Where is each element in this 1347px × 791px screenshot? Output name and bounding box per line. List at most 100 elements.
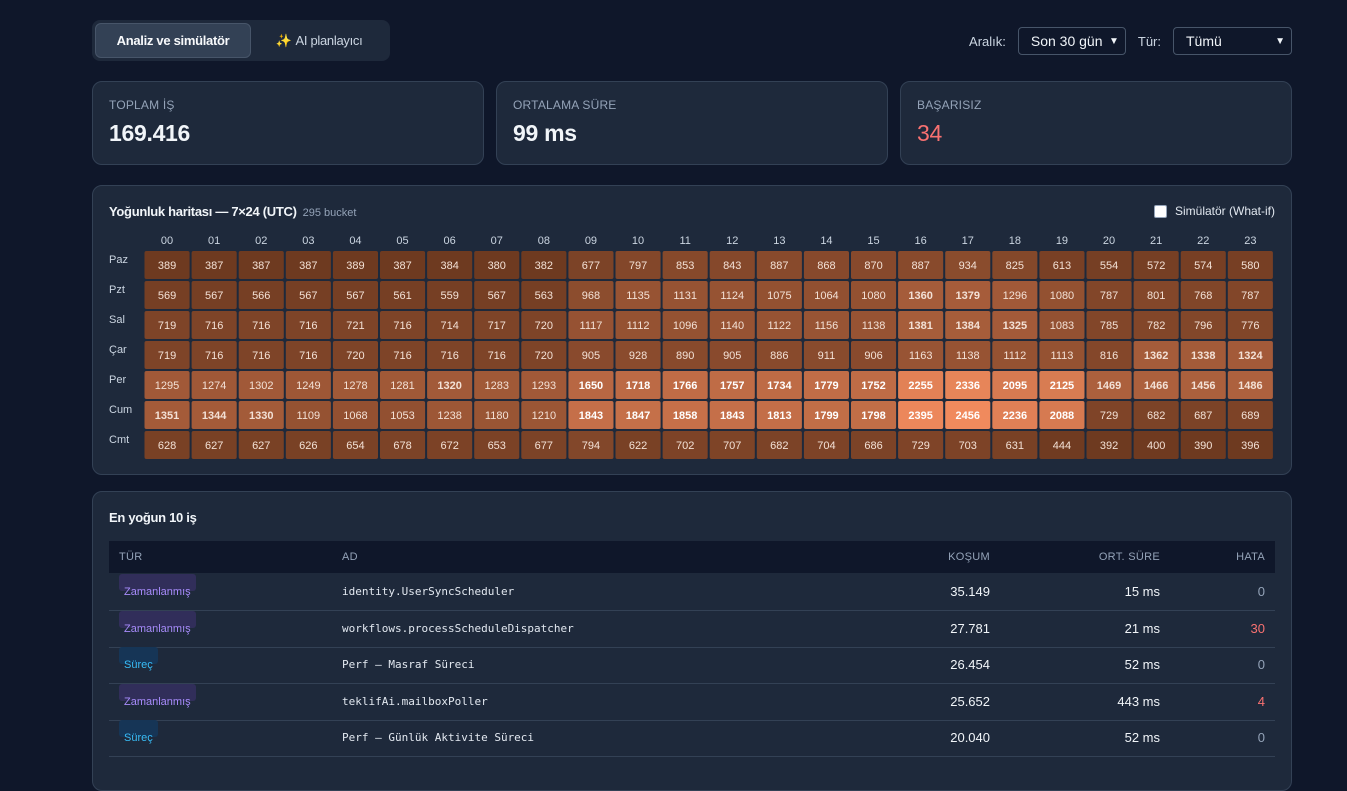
col-errors[interactable]: HATA [1160, 541, 1265, 573]
day-label: Sal [109, 314, 125, 326]
heatmap-cell-value: 716 [299, 320, 317, 332]
sparkles-icon: ✨ [275, 32, 292, 48]
heatmap-panel: Yoğunluk haritası — 7×24 (UTC) 295 bucket… [92, 185, 1292, 475]
heatmap-cell-value: 1053 [390, 410, 414, 422]
chevron-down-icon: ▼ [1108, 35, 1119, 47]
heatmap-cell-value: 887 [770, 260, 788, 272]
heatmap-cell-value: 387 [205, 260, 223, 272]
type-select[interactable]: Tümü ▼ [1173, 27, 1292, 55]
hour-label: 08 [538, 235, 550, 247]
heatmap-cell-value: 567 [299, 290, 317, 302]
heatmap-grid: 00 01 02 03 04 05 06 07 08 09 10 11 12 13 14 15 16 17 18 19… [109, 235, 1273, 459]
job-type-badge: Süreç [119, 720, 158, 744]
heatmap-cell-value: 702 [676, 440, 694, 452]
heatmap-cell-value: 567 [488, 290, 506, 302]
heatmap-cell-value: 1281 [390, 380, 414, 392]
heatmap-cell-value: 654 [346, 440, 364, 452]
heatmap-cell-value: 387 [252, 260, 270, 272]
heatmap-cell-value: 787 [1241, 290, 1259, 302]
heatmap-cell-value: 613 [1053, 260, 1071, 272]
job-runs: 27.781 [950, 620, 990, 636]
job-runs: 26.454 [950, 657, 990, 672]
job-avg-duration: 52 ms [1124, 730, 1160, 745]
stat-title: BAŞARISIZ [917, 98, 982, 112]
heatmap-cell-value: 561 [393, 290, 411, 302]
job-avg-duration: 52 ms [1124, 657, 1160, 672]
heatmap-cell-value: 380 [488, 260, 506, 272]
heatmap-cell-value: 886 [770, 350, 788, 362]
day-label: Çar [109, 344, 127, 356]
tab-analysis[interactable]: Analiz ve simülatör [95, 23, 251, 58]
table-row[interactable]: Zamanlanmış teklifAi.mailboxPoller 25.652 4… [109, 683, 1275, 721]
col-avg-duration[interactable]: ORT. SÜRE [1049, 541, 1160, 573]
range-select-value: Son 30 gün [1030, 33, 1103, 49]
job-runs: 20.040 [950, 730, 990, 745]
heatmap-cell-value: 628 [158, 440, 176, 452]
heatmap-cell-value: 677 [535, 440, 553, 452]
heatmap-cell-value: 716 [205, 350, 223, 362]
heatmap-cell-value: 1384 [956, 320, 981, 332]
job-avg-duration: 15 ms [1124, 584, 1160, 599]
range-label: Aralık: [969, 33, 1006, 49]
table-row[interactable]: Zamanlanmış identity.UserSyncScheduler 35.… [109, 574, 1275, 611]
heatmap-cell-value: 554 [1100, 260, 1118, 272]
job-type-badge: Zamanlanmış [119, 683, 196, 708]
heatmap-cell-value: 567 [205, 290, 223, 302]
heatmap-cell-value: 1122 [768, 320, 792, 332]
heatmap-cell-value: 1469 [1097, 380, 1121, 392]
col-name[interactable]: AD [342, 541, 358, 573]
heatmap-cell-value: 387 [393, 260, 411, 272]
heatmap-cell-value: 2236 [1003, 410, 1027, 422]
heatmap-cell-value: 686 [864, 440, 882, 452]
heatmap-cell-value: 716 [205, 320, 223, 332]
range-select[interactable]: Son 30 gün ▼ [1017, 27, 1126, 55]
heatmap-cell-value: 1131 [673, 290, 697, 302]
hour-label: 06 [444, 235, 456, 247]
col-runs[interactable]: KOŞUM [886, 541, 990, 573]
heatmap-cell-value: 794 [582, 440, 600, 452]
hour-label: 17 [962, 235, 974, 247]
job-runs: 25.652 [950, 693, 990, 709]
heatmap-cell-value: 1734 [767, 380, 792, 392]
heatmap-cell-value: 444 [1053, 440, 1071, 452]
heatmap-cell-value: 1757 [720, 380, 744, 392]
heatmap-cell-value: 2255 [908, 380, 932, 392]
tab-ai-planner-label: AI planlayıcı [295, 33, 363, 48]
heatmap-cell-value: 1138 [956, 350, 980, 362]
heatmap-cell-value: 707 [723, 440, 741, 452]
heatmap-cell-value: 843 [723, 260, 741, 272]
top-jobs-panel: En yoğun 10 iş TÜR AD KOŞUM ORT. SÜRE HA… [92, 491, 1292, 791]
table-row[interactable]: Süreç Perf — Günlük Aktivite Süreci 20.040… [109, 720, 1275, 757]
job-name: Perf — Günlük Aktivite Süreci [342, 731, 535, 744]
tab-analysis-label: Analiz ve simülatör [116, 33, 230, 48]
job-avg-duration: 21 ms [1124, 620, 1160, 636]
heatmap-cell-value: 384 [440, 260, 458, 272]
tab-ai-planner[interactable]: ✨ AI planlayıcı [251, 23, 387, 58]
heatmap-cell-value: 1466 [1144, 380, 1168, 392]
heatmap-cell-value: 1293 [532, 380, 556, 392]
heatmap-cell-value: 1138 [862, 320, 886, 332]
hour-label: 11 [679, 235, 690, 247]
heatmap-cell-value: 905 [582, 350, 600, 362]
heatmap-cell-value: 569 [158, 290, 176, 302]
hour-label: 09 [585, 235, 597, 247]
hour-label: 04 [349, 235, 361, 247]
heatmap-cell-value: 1344 [202, 410, 227, 422]
heatmap-cell-value: 1650 [579, 380, 603, 392]
heatmap-cell-value: 716 [252, 350, 270, 362]
heatmap-cell-value: 2395 [908, 410, 932, 422]
table-row[interactable]: Zamanlanmış workflows.processScheduleDisp… [109, 610, 1275, 648]
heatmap-cell-value: 1278 [343, 380, 367, 392]
job-name: Perf — Masraf Süreci [342, 658, 475, 671]
table-row[interactable]: Süreç Perf — Masraf Süreci 26.454 52 ms 0 [109, 647, 1275, 684]
hour-label: 03 [302, 235, 314, 247]
heatmap-cell-value: 720 [535, 350, 553, 362]
hour-label: 20 [1103, 235, 1115, 247]
job-name: teklifAi.mailboxPoller [342, 694, 488, 708]
hour-label: 02 [255, 235, 267, 247]
heatmap-cell-value: 1274 [202, 380, 226, 392]
heatmap-cell-value: 574 [1194, 260, 1212, 272]
heatmap-cell-value: 1798 [861, 410, 885, 422]
col-type[interactable]: TÜR [119, 541, 143, 573]
heatmap-cell-value: 704 [817, 440, 835, 452]
